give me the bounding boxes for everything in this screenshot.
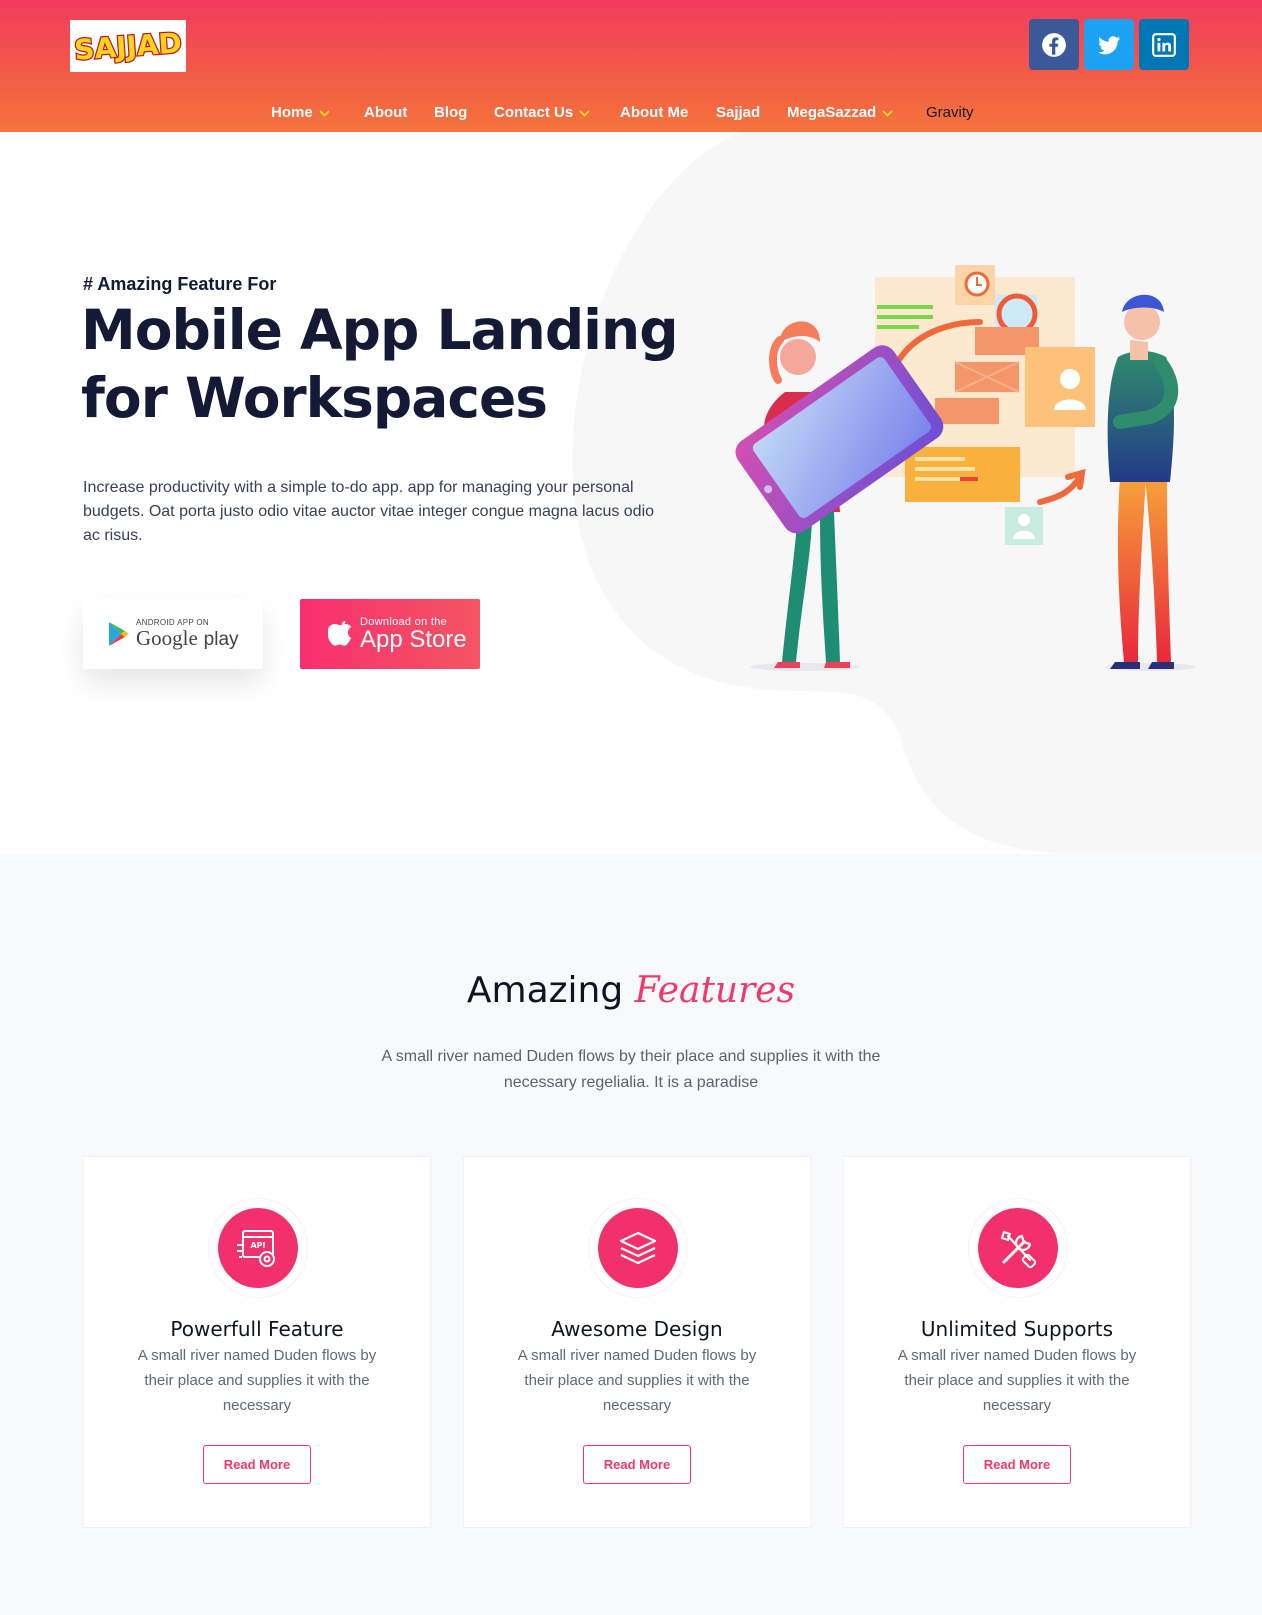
twitter-icon	[1098, 35, 1120, 54]
chevron-down-icon	[579, 109, 590, 117]
chevron-down-icon	[319, 109, 330, 117]
feature-icon-badge	[978, 1208, 1058, 1288]
layers-icon	[619, 1231, 657, 1265]
google-play-google-text: Google	[136, 625, 198, 650]
chevron-down-icon	[882, 109, 893, 117]
google-play-button[interactable]: ANDROID APP ON Google play	[83, 599, 263, 669]
feature-card: Unlimited Supports A small river named D…	[843, 1156, 1191, 1528]
hero-title-line1: Mobile App Landing	[81, 298, 679, 362]
facebook-button[interactable]	[1029, 19, 1079, 70]
feature-icon-ring: API	[209, 1199, 307, 1297]
nav-contact-us[interactable]: Contact Us	[494, 103, 590, 123]
google-play-play-text: play	[203, 628, 239, 650]
nav-contact-us-label: Contact Us	[494, 104, 574, 121]
facebook-icon	[1042, 32, 1066, 57]
tools-icon	[1000, 1230, 1037, 1269]
logo[interactable]: SAJJAD	[70, 20, 186, 72]
app-store-button[interactable]: Download on the App Store	[300, 599, 480, 669]
svg-text:SAJJAD: SAJJAD	[74, 26, 182, 66]
twitter-button[interactable]	[1084, 19, 1134, 70]
api-gear-icon: API	[237, 1230, 275, 1267]
read-more-button[interactable]: Read More	[963, 1445, 1071, 1484]
feature-card: Awesome Design A small river named Duden…	[463, 1156, 811, 1528]
hero-section: # Amazing Feature For Mobile App Landing…	[0, 132, 1262, 854]
feature-icon-badge: API	[218, 1208, 298, 1288]
nav-blog[interactable]: Blog	[434, 103, 467, 123]
nav-megasazzad-label: MegaSazzad	[787, 104, 877, 121]
nav-about-label: About	[364, 104, 408, 121]
nav-about-me-label: About Me	[620, 104, 689, 121]
nav-sajjad-label: Sajjad	[716, 104, 761, 121]
feature-card-title: Awesome Design	[551, 1317, 723, 1341]
feature-card-description: A small river named Duden flows by their…	[137, 1347, 377, 1414]
site-header: SAJJAD Home About Blog Contact Us About …	[0, 0, 1262, 132]
read-more-button[interactable]: Read More	[583, 1445, 691, 1484]
nav-about-me[interactable]: About Me	[620, 103, 688, 123]
logo-graphic: SAJJAD	[74, 25, 182, 68]
nav-blog-label: Blog	[434, 104, 468, 121]
hero-description: Increase productivity with a simple to-d…	[83, 479, 655, 544]
feature-card: API Powerfull Feature A small river name…	[83, 1156, 431, 1528]
features-title-accent: Features	[634, 970, 796, 1011]
nav-about[interactable]: About	[364, 103, 407, 123]
features-title-plain: Amazing	[466, 970, 624, 1011]
read-more-button[interactable]: Read More	[203, 1445, 311, 1484]
hero-title-line2: for Workspaces	[81, 366, 548, 430]
nav-home-label: Home	[271, 104, 313, 121]
feature-card-title: Unlimited Supports	[920, 1317, 1114, 1341]
features-subtitle: A small river named Duden flows by their…	[381, 1048, 881, 1091]
hero-kicker: # Amazing Feature For	[83, 274, 277, 294]
nav-home[interactable]: Home	[271, 103, 330, 123]
app-store-big-text: App Store	[360, 626, 467, 653]
nav-gravity[interactable]: Gravity	[926, 103, 974, 123]
features-section: Amazing Features A small river named Dud…	[0, 854, 1262, 1615]
feature-card-title: Powerfull Feature	[170, 1317, 344, 1341]
google-play-icon	[109, 622, 129, 646]
svg-text:API: API	[250, 1241, 265, 1250]
nav-gravity-label: Gravity	[926, 104, 974, 121]
feature-icon-ring	[969, 1199, 1067, 1297]
feature-card-description: A small river named Duden flows by their…	[517, 1347, 757, 1414]
workspace-illustration	[735, 265, 1195, 671]
main-navigation: Home About Blog Contact Us About Me Sajj…	[0, 103, 1262, 123]
feature-card-description: A small river named Duden flows by their…	[897, 1347, 1137, 1414]
nav-sajjad[interactable]: Sajjad	[716, 103, 760, 123]
nav-megasazzad[interactable]: MegaSazzad	[787, 103, 893, 123]
feature-icon-badge	[598, 1208, 678, 1288]
features-title: Amazing Features	[0, 970, 1262, 1011]
hero-title: Mobile App Landing for Workspaces	[81, 296, 701, 432]
apple-icon	[328, 621, 352, 646]
linkedin-icon	[1152, 32, 1176, 57]
linkedin-button[interactable]	[1139, 19, 1189, 70]
feature-icon-ring	[589, 1199, 687, 1297]
